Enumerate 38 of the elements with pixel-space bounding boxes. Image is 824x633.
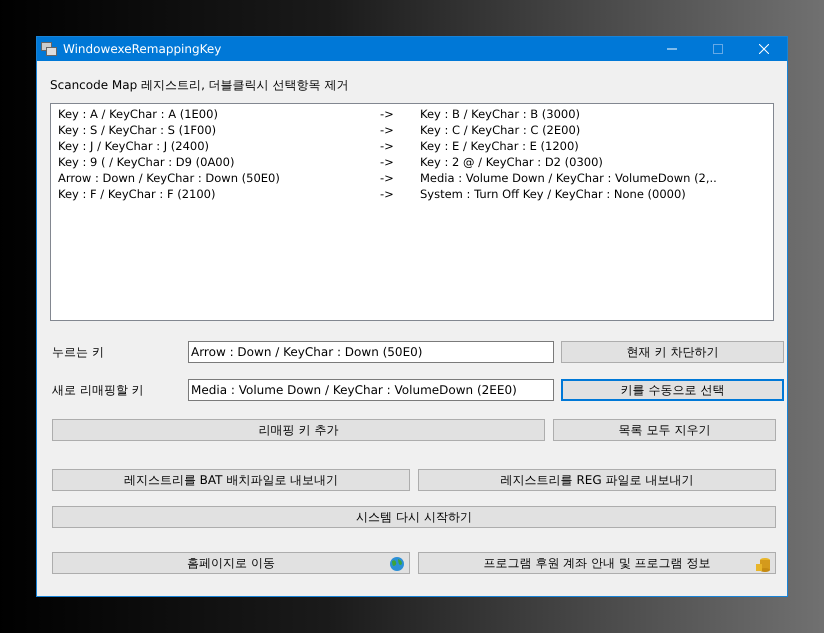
source-key-text: Key : A / KeyChar : A (1E00) — [58, 107, 219, 121]
action-button[interactable]: 홈페이지로 이동 — [52, 552, 410, 574]
field-label: 누르는 키 — [52, 344, 105, 360]
list-caption: Scancode Map 레지스트리, 더블클릭시 선택항목 제거 — [50, 77, 350, 94]
source-key-text: Arrow : Down / KeyChar : Down (50E0) — [58, 171, 281, 185]
arrow-text: -> — [380, 139, 395, 153]
target-key-text: Key : C / KeyChar : C (2E00) — [420, 123, 582, 137]
action-button[interactable]: 레지스트리를 BAT 배치파일로 내보내기 — [52, 469, 410, 491]
action-button[interactable]: 키를 수동으로 선택 — [561, 379, 784, 401]
action-button[interactable]: 프로그램 후원 계좌 안내 및 프로그램 정보 — [418, 552, 776, 574]
action-button[interactable]: 목록 모두 지우기 — [553, 419, 776, 441]
action-button[interactable]: 현재 키 차단하기 — [561, 341, 784, 363]
target-key-text: Key : E / KeyChar : E (1200) — [420, 139, 580, 153]
coins-icon — [755, 556, 771, 572]
arrow-text: -> — [380, 187, 395, 201]
target-key-text: Media : Volume Down / KeyChar : VolumeDown (2,.. — [420, 171, 718, 185]
source-key-text: Key : J / KeyChar : J (2400) — [58, 139, 210, 153]
globe-icon — [389, 556, 405, 572]
action-button[interactable]: 리매핑 키 추가 — [52, 419, 545, 441]
source-key-text: Key : S / KeyChar : S (1F00) — [58, 123, 218, 137]
action-button[interactable]: 레지스트리를 REG 파일로 내보내기 — [418, 469, 776, 491]
arrow-text: -> — [380, 155, 395, 169]
target-key-text: Key : 2 @ / KeyChar : D2 (0300) — [420, 155, 604, 169]
source-key-text: Key : F / KeyChar : F (2100) — [58, 187, 216, 201]
arrow-text: -> — [380, 171, 395, 185]
target-key-text: Key : B / KeyChar : B (3000) — [420, 107, 582, 121]
key-field[interactable]: Arrow : Down / KeyChar : Down (50E0) — [188, 341, 554, 363]
arrow-text: -> — [380, 123, 395, 137]
window-title: WindowexeRemappingKey — [63, 42, 222, 56]
close-icon[interactable] — [759, 44, 769, 54]
target-key-text: System : Turn Off Key / KeyChar : None (0000) — [420, 187, 687, 201]
field-label: 새로 리매핑할 키 — [52, 382, 145, 398]
key-field[interactable]: Media : Volume Down / KeyChar : VolumeDown (2EE0) — [188, 379, 554, 401]
action-button[interactable]: 시스템 다시 시작하기 — [52, 506, 776, 528]
mapping-list[interactable] — [50, 103, 774, 321]
app-icon — [41, 42, 57, 56]
source-key-text: Key : 9 ( / KeyChar : D9 (0A00) — [58, 155, 236, 169]
arrow-text: -> — [380, 107, 395, 121]
